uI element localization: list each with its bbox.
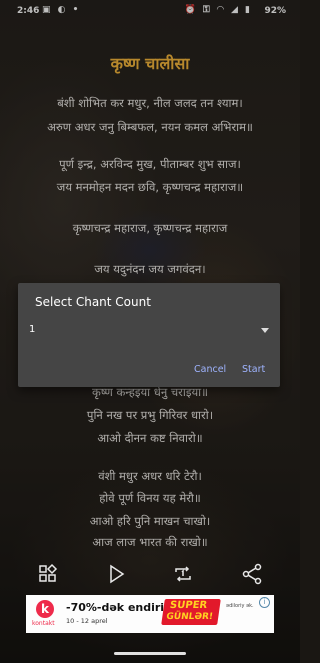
bottom-toolbar xyxy=(0,562,300,588)
ad-headline: -70%-dək endirim xyxy=(66,601,176,614)
badge-line2: GÜNLƏR! xyxy=(165,612,214,622)
ad-info-icon[interactable]: i xyxy=(259,597,270,608)
ad-dates: 10 - 12 aprel xyxy=(66,617,108,625)
play-icon[interactable] xyxy=(104,562,128,586)
badge-line1: SUPER xyxy=(169,600,208,611)
cancel-button[interactable]: Cancel xyxy=(194,364,226,375)
chant-count-select[interactable]: 1 xyxy=(29,322,269,342)
brand-name: kontakt xyxy=(32,620,55,627)
dropdown-arrow-icon xyxy=(261,328,269,333)
brand-logo: k xyxy=(36,600,54,618)
home-indicator[interactable] xyxy=(114,652,186,655)
grid-icon[interactable] xyxy=(36,562,60,586)
ad-badge: SUPER GÜNLƏR! xyxy=(161,599,221,625)
chant-count-value: 1 xyxy=(29,324,36,335)
ad-banner[interactable]: k kontakt -70%-dək endirim 10 - 12 aprel… xyxy=(26,595,274,633)
chant-count-dialog: Select Chant Count 1 Cancel Start xyxy=(18,283,280,387)
dialog-title: Select Chant Count xyxy=(35,295,151,309)
share-icon[interactable] xyxy=(240,562,264,586)
start-button[interactable]: Start xyxy=(242,364,265,375)
repeat-icon[interactable] xyxy=(171,562,195,586)
